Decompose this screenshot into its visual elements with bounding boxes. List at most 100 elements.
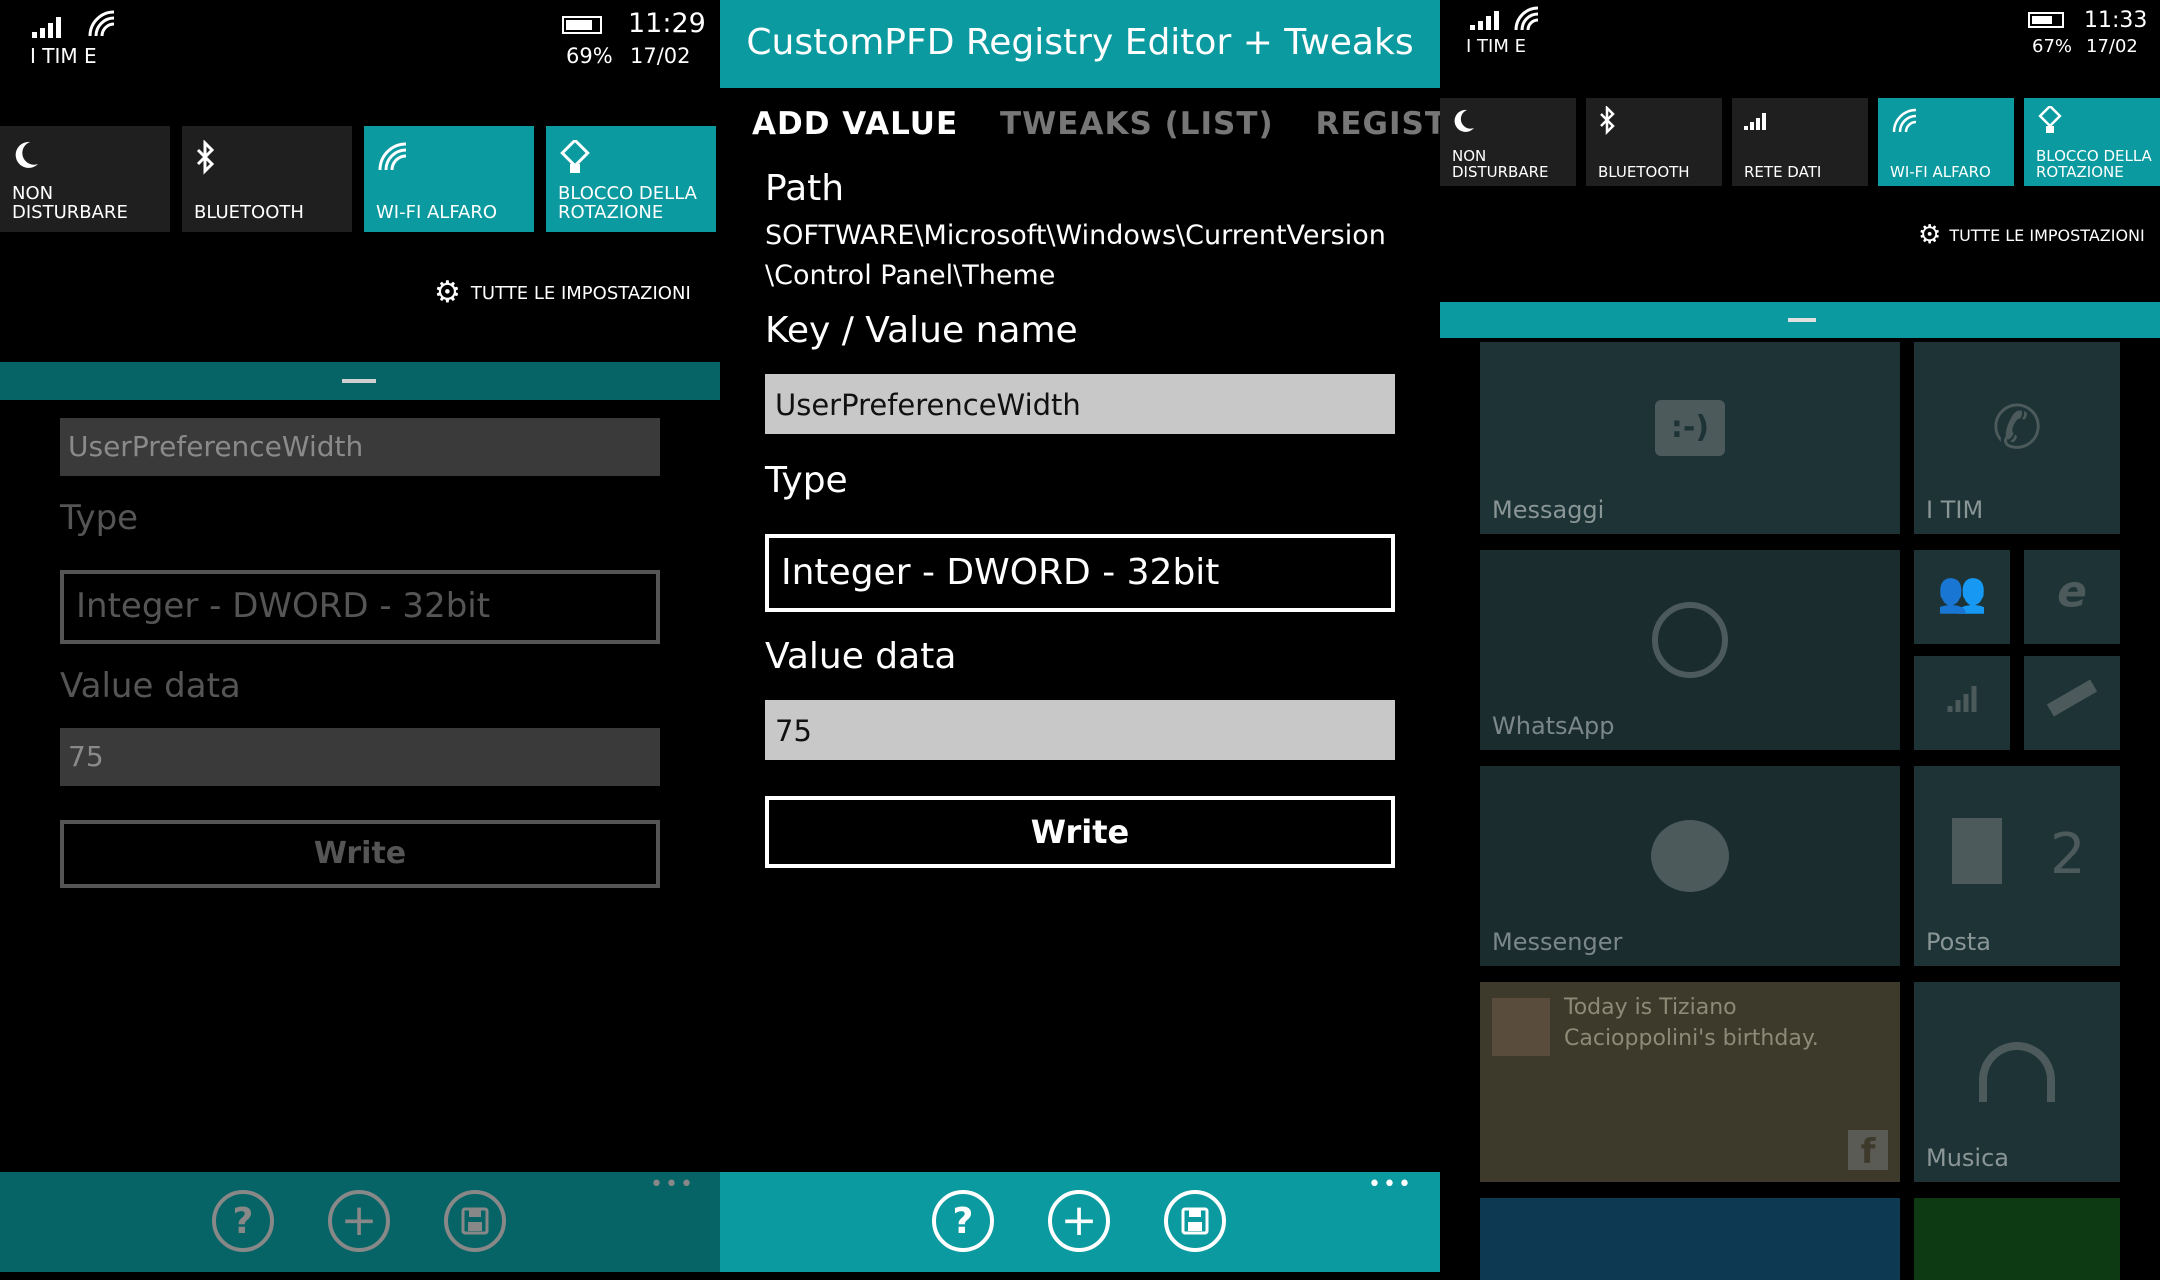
gear-icon: ⚙ [434, 275, 461, 310]
quick-action-label: BLUETOOTH [194, 202, 304, 223]
tile-messenger[interactable]: Messenger [1480, 766, 1900, 966]
chat-icon: :-) [1655, 400, 1725, 457]
quick-action-rotation-lock[interactable]: BLOCCO DELLA ROTAZIONE [546, 126, 716, 232]
rotation-lock-icon [560, 140, 590, 173]
battery-icon [2028, 12, 2064, 28]
signal-icon [1947, 684, 1977, 713]
bluetooth-icon [196, 140, 215, 175]
action-center-handle[interactable] [1440, 302, 2160, 338]
tile-facebook[interactable]: Today is Tiziano Cacioppolini's birthday… [1480, 982, 1900, 1182]
whatsapp-icon [1652, 602, 1728, 678]
flashlight-icon [2046, 679, 2098, 717]
quick-action-wifi[interactable]: WI-FI ALFARO [364, 126, 534, 232]
moon-icon [15, 141, 38, 168]
help-button[interactable]: ? [212, 1190, 274, 1252]
outlook-icon [1952, 818, 2002, 884]
quick-action-rotation-lock[interactable]: BLOCCO DELLA ROTAZIONE [2024, 98, 2160, 186]
all-settings-link[interactable]: ⚙ TUTTE LE IMPOSTAZIONI [434, 278, 691, 308]
tab-registry-tree[interactable]: REGISTRY TREE [1315, 106, 1440, 142]
save-button[interactable] [1164, 1190, 1226, 1252]
birthday-text: Today is Tiziano Cacioppolini's birthday… [1564, 995, 1819, 1051]
tile-flashlight[interactable] [2024, 656, 2120, 750]
wifi-icon [88, 10, 115, 37]
key-value-input[interactable]: UserPreferenceWidth [60, 418, 660, 476]
more-icon[interactable]: ••• [1368, 1172, 1413, 1197]
tile-browser[interactable]: e [2024, 550, 2120, 644]
internet-explorer-icon: e [2057, 566, 2087, 618]
tab-add-value[interactable]: ADD VALUE [752, 106, 958, 142]
save-button[interactable] [444, 1190, 506, 1252]
unread-count: 2 [2050, 822, 2086, 887]
wifi-icon [1514, 6, 1539, 31]
carrier-label: I TIM E [30, 44, 97, 68]
value-data-label: Value data [60, 666, 241, 706]
add-button[interactable]: + [328, 1190, 390, 1252]
action-center-handle[interactable] [0, 362, 720, 400]
title-bar: CustomPFD Registry Editor + Tweaks [720, 0, 1440, 88]
avatar [1492, 998, 1550, 1056]
tab-tweaks-list[interactable]: TWEAKS (LIST) [1000, 106, 1274, 142]
wifi-icon [378, 142, 407, 171]
tile-label: I TIM [1926, 496, 1984, 524]
app-bar: ? + ••• [0, 1172, 720, 1272]
quick-action-do-not-disturb[interactable]: NON DISTURBARE [1440, 98, 1576, 186]
value-data-input[interactable]: 75 [60, 728, 660, 786]
quick-action-label: BLOCCO DELLA ROTAZIONE [2036, 147, 2152, 181]
carrier-label: I TIM E [1466, 36, 1526, 57]
tile-phone[interactable]: ✆ I TIM [1914, 342, 2120, 534]
quick-action-label: RETE DATI [1744, 163, 1822, 181]
signal-icon [1470, 10, 1499, 30]
tile-messaging[interactable]: :-) Messaggi [1480, 342, 1900, 534]
key-label: Key / Value name [765, 310, 1078, 351]
write-button[interactable]: Write [765, 796, 1395, 868]
type-label: Type [765, 460, 848, 501]
type-select[interactable]: Integer - DWORD - 32bit [765, 534, 1395, 612]
quick-action-bluetooth[interactable]: BLUETOOTH [1586, 98, 1722, 186]
all-settings-label: TUTTE LE IMPOSTAZIONI [470, 282, 691, 304]
quick-action-label: WI-FI ALFARO [1890, 163, 1991, 181]
quick-action-wifi[interactable]: WI-FI ALFARO [1878, 98, 2014, 186]
tile-whatsapp[interactable]: WhatsApp [1480, 550, 1900, 750]
path-label: Path [765, 168, 845, 209]
type-label: Type [60, 498, 139, 538]
quick-action-label: BLUETOOTH [1598, 163, 1690, 181]
tile-label: WhatsApp [1492, 712, 1615, 740]
tile-twitter[interactable] [1480, 1198, 1900, 1280]
quick-action-do-not-disturb[interactable]: NON DISTURBARE [0, 126, 170, 232]
signal-icon [32, 16, 61, 38]
quick-action-label: BLOCCO DELLA ROTAZIONE [558, 183, 697, 223]
value-data-input[interactable]: 75 [765, 700, 1395, 760]
quick-action-bluetooth[interactable]: BLUETOOTH [182, 126, 352, 232]
write-button[interactable]: Write [60, 820, 660, 888]
plus-icon: + [1060, 1195, 1098, 1246]
tile-music[interactable]: Musica [1914, 982, 2120, 1182]
help-icon: ? [952, 1200, 974, 1242]
handle-grip [342, 379, 376, 383]
messenger-icon [1651, 820, 1729, 892]
key-value-input[interactable]: UserPreferenceWidth [765, 374, 1395, 434]
middle-phone-screen: CustomPFD Registry Editor + Tweaks ADD V… [720, 0, 1440, 1280]
quick-action-label: NON DISTURBARE [1452, 147, 1549, 181]
add-button[interactable]: + [1048, 1190, 1110, 1252]
tile-label: Messaggi [1492, 496, 1605, 524]
app-title: CustomPFD Registry Editor + Tweaks [746, 22, 1414, 63]
tile-mail[interactable]: 2 Posta [1914, 766, 2120, 966]
all-settings-link[interactable]: ⚙ TUTTE LE IMPOSTAZIONI [1918, 222, 2145, 248]
tile-xbox[interactable] [1914, 1198, 2120, 1280]
quick-action-mobile-data[interactable]: RETE DATI [1732, 98, 1868, 186]
gear-icon: ⚙ [1918, 220, 1942, 250]
type-select[interactable]: Integer - DWORD - 32bit [60, 570, 660, 644]
quick-action-label: WI-FI ALFARO [376, 202, 498, 223]
more-icon[interactable]: ••• [650, 1172, 695, 1197]
quick-action-label: NON DISTURBARE [12, 183, 128, 223]
date: 17/02 [630, 44, 691, 68]
help-button[interactable]: ? [932, 1190, 994, 1252]
tile-people[interactable]: 👥 [1914, 550, 2010, 644]
tile-label: Posta [1926, 928, 1991, 956]
handle-grip [1788, 318, 1816, 322]
clock: 11:33 [2084, 8, 2148, 33]
help-icon: ? [232, 1200, 254, 1242]
battery-icon [562, 16, 602, 34]
right-phone-screen: I TIM E 67% 11:33 17/02 NON DISTURBARE B… [1440, 0, 2160, 1280]
tile-network[interactable] [1914, 656, 2010, 750]
